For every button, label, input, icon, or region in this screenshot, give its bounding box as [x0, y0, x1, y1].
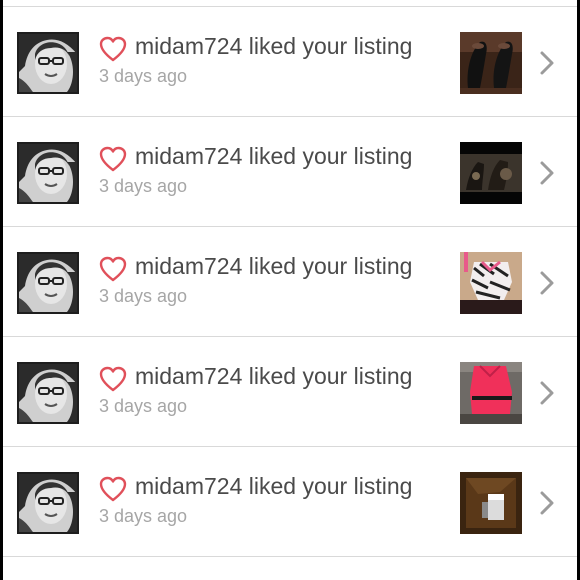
notification-username[interactable]: midam724 [135, 33, 242, 59]
notification-row[interactable]: midam724 liked your listing 3 days ago [3, 7, 577, 117]
avatar[interactable] [17, 142, 79, 204]
notification-timestamp: 3 days ago [99, 506, 188, 526]
notification-title: midam724 liked your listing [135, 143, 412, 170]
notification-row[interactable]: midam724 liked your listing 3 days ago [3, 227, 577, 337]
notification-title: midam724 liked your listing [135, 253, 412, 280]
heart-outline-icon [99, 366, 127, 392]
notification-timestamp: 3 days ago [99, 396, 188, 416]
heart-outline-icon [99, 36, 127, 62]
chevron-right-icon [540, 271, 554, 295]
chevron-right-icon [540, 381, 554, 405]
notification-username[interactable]: midam724 [135, 363, 242, 389]
listing-thumbnail[interactable] [460, 252, 522, 314]
listing-thumbnail[interactable] [460, 472, 522, 534]
notification-action: liked your listing [248, 143, 413, 169]
avatar[interactable] [17, 32, 79, 94]
notification-list: midam724 liked your listing 3 days ago m… [3, 6, 577, 557]
chevron-right-icon [540, 491, 554, 515]
notification-username[interactable]: midam724 [135, 473, 242, 499]
notifications-screen: midam724 liked your listing 3 days ago m… [3, 0, 577, 580]
notification-title: midam724 liked your listing [135, 33, 412, 60]
listing-thumbnail[interactable] [460, 32, 522, 94]
listing-thumbnail[interactable] [460, 362, 522, 424]
notification-timestamp: 3 days ago [99, 66, 188, 86]
avatar[interactable] [17, 472, 79, 534]
avatar[interactable] [17, 252, 79, 314]
listing-thumbnail[interactable] [460, 142, 522, 204]
chevron-right-icon [540, 51, 554, 75]
notification-timestamp: 3 days ago [99, 176, 188, 196]
notification-row[interactable]: midam724 liked your listing 3 days ago [3, 447, 577, 557]
notification-username[interactable]: midam724 [135, 143, 242, 169]
notification-action: liked your listing [248, 473, 413, 499]
notification-row[interactable]: midam724 liked your listing 3 days ago [3, 117, 577, 227]
notification-row[interactable]: midam724 liked your listing 3 days ago [3, 337, 577, 447]
heart-outline-icon [99, 146, 127, 172]
chevron-right-icon [540, 161, 554, 185]
heart-outline-icon [99, 476, 127, 502]
notification-action: liked your listing [248, 363, 413, 389]
notification-username[interactable]: midam724 [135, 253, 242, 279]
heart-outline-icon [99, 256, 127, 282]
notification-action: liked your listing [248, 33, 413, 59]
avatar[interactable] [17, 362, 79, 424]
notification-title: midam724 liked your listing [135, 473, 412, 500]
notification-title: midam724 liked your listing [135, 363, 412, 390]
notification-action: liked your listing [248, 253, 413, 279]
notification-timestamp: 3 days ago [99, 286, 188, 306]
